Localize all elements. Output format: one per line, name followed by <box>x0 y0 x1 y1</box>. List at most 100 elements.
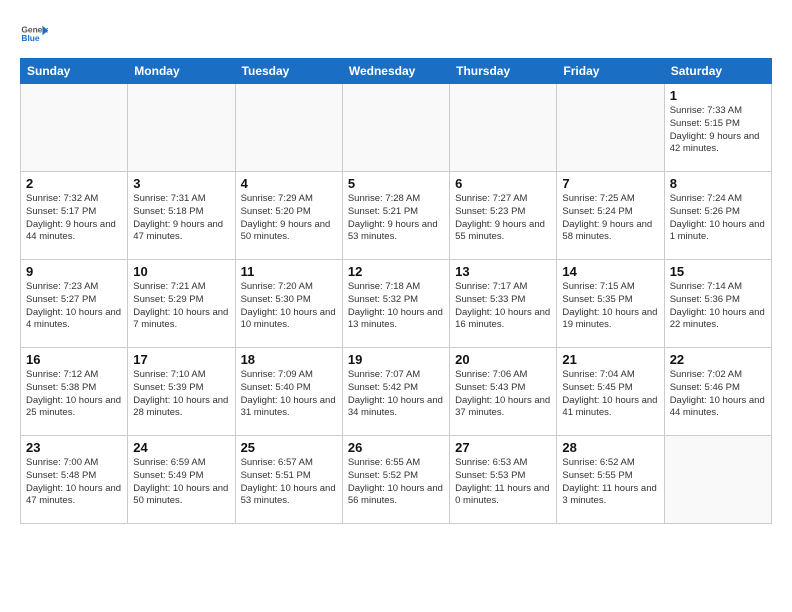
day-number: 14 <box>562 264 658 279</box>
day-info: Sunrise: 7:33 AM Sunset: 5:15 PM Dayligh… <box>670 105 766 156</box>
day-info: Sunrise: 7:18 AM Sunset: 5:32 PM Dayligh… <box>348 281 444 332</box>
dow-header-monday: Monday <box>128 59 235 84</box>
day-info: Sunrise: 7:28 AM Sunset: 5:21 PM Dayligh… <box>348 193 444 244</box>
day-cell: 19 Sunrise: 7:07 AM Sunset: 5:42 PM Dayli… <box>342 348 449 436</box>
calendar-body: 1 Sunrise: 7:33 AM Sunset: 5:15 PM Daylig… <box>21 84 772 524</box>
week-row-1: 1 Sunrise: 7:33 AM Sunset: 5:15 PM Daylig… <box>21 84 772 172</box>
day-cell: 11 Sunrise: 7:20 AM Sunset: 5:30 PM Dayli… <box>235 260 342 348</box>
day-info: Sunrise: 7:15 AM Sunset: 5:35 PM Dayligh… <box>562 281 658 332</box>
logo: General Blue <box>20 20 52 48</box>
day-info: Sunrise: 6:55 AM Sunset: 5:52 PM Dayligh… <box>348 457 444 508</box>
dow-header-wednesday: Wednesday <box>342 59 449 84</box>
day-cell <box>664 436 771 524</box>
day-number: 23 <box>26 440 122 455</box>
day-number: 11 <box>241 264 337 279</box>
day-cell: 20 Sunrise: 7:06 AM Sunset: 5:43 PM Dayli… <box>450 348 557 436</box>
day-number: 5 <box>348 176 444 191</box>
day-cell: 1 Sunrise: 7:33 AM Sunset: 5:15 PM Daylig… <box>664 84 771 172</box>
day-cell: 10 Sunrise: 7:21 AM Sunset: 5:29 PM Dayli… <box>128 260 235 348</box>
day-info: Sunrise: 7:29 AM Sunset: 5:20 PM Dayligh… <box>241 193 337 244</box>
day-cell <box>450 84 557 172</box>
day-number: 20 <box>455 352 551 367</box>
day-number: 22 <box>670 352 766 367</box>
day-info: Sunrise: 7:06 AM Sunset: 5:43 PM Dayligh… <box>455 369 551 420</box>
day-cell: 8 Sunrise: 7:24 AM Sunset: 5:26 PM Daylig… <box>664 172 771 260</box>
day-cell: 25 Sunrise: 6:57 AM Sunset: 5:51 PM Dayli… <box>235 436 342 524</box>
day-cell: 2Sunrise: 7:32 AM Sunset: 5:17 PM Daylig… <box>21 172 128 260</box>
day-info: Sunrise: 7:24 AM Sunset: 5:26 PM Dayligh… <box>670 193 766 244</box>
dow-header-sunday: Sunday <box>21 59 128 84</box>
day-number: 13 <box>455 264 551 279</box>
page-header: General Blue <box>20 20 772 48</box>
day-info: Sunrise: 6:57 AM Sunset: 5:51 PM Dayligh… <box>241 457 337 508</box>
day-cell: 26Sunrise: 6:55 AM Sunset: 5:52 PM Dayli… <box>342 436 449 524</box>
day-number: 12 <box>348 264 444 279</box>
week-row-2: 2Sunrise: 7:32 AM Sunset: 5:17 PM Daylig… <box>21 172 772 260</box>
day-number: 9 <box>26 264 122 279</box>
day-info: Sunrise: 7:02 AM Sunset: 5:46 PM Dayligh… <box>670 369 766 420</box>
day-info: Sunrise: 6:53 AM Sunset: 5:53 PM Dayligh… <box>455 457 551 508</box>
day-number: 19 <box>348 352 444 367</box>
day-number: 7 <box>562 176 658 191</box>
day-cell: 24 Sunrise: 6:59 AM Sunset: 5:49 PM Dayli… <box>128 436 235 524</box>
day-info: Sunrise: 7:27 AM Sunset: 5:23 PM Dayligh… <box>455 193 551 244</box>
day-number: 16 <box>26 352 122 367</box>
day-number: 4 <box>241 176 337 191</box>
day-number: 27 <box>455 440 551 455</box>
day-number: 1 <box>670 88 766 103</box>
day-cell: 23 Sunrise: 7:00 AM Sunset: 5:48 PM Dayli… <box>21 436 128 524</box>
day-info: Sunrise: 7:23 AM Sunset: 5:27 PM Dayligh… <box>26 281 122 332</box>
day-number: 18 <box>241 352 337 367</box>
day-cell <box>128 84 235 172</box>
day-info: Sunrise: 7:20 AM Sunset: 5:30 PM Dayligh… <box>241 281 337 332</box>
day-cell <box>235 84 342 172</box>
day-cell: 28 Sunrise: 6:52 AM Sunset: 5:55 PM Dayli… <box>557 436 664 524</box>
day-info: Sunrise: 7:07 AM Sunset: 5:42 PM Dayligh… <box>348 369 444 420</box>
day-cell: 5 Sunrise: 7:28 AM Sunset: 5:21 PM Daylig… <box>342 172 449 260</box>
day-cell: 14 Sunrise: 7:15 AM Sunset: 5:35 PM Dayli… <box>557 260 664 348</box>
week-row-5: 23 Sunrise: 7:00 AM Sunset: 5:48 PM Dayli… <box>21 436 772 524</box>
day-info: Sunrise: 7:25 AM Sunset: 5:24 PM Dayligh… <box>562 193 658 244</box>
day-of-week-row: SundayMondayTuesdayWednesdayThursdayFrid… <box>21 59 772 84</box>
day-cell: 18 Sunrise: 7:09 AM Sunset: 5:40 PM Dayli… <box>235 348 342 436</box>
day-info: Sunrise: 7:17 AM Sunset: 5:33 PM Dayligh… <box>455 281 551 332</box>
day-number: 28 <box>562 440 658 455</box>
logo-icon: General Blue <box>20 20 48 48</box>
day-info: Sunrise: 6:52 AM Sunset: 5:55 PM Dayligh… <box>562 457 658 508</box>
dow-header-tuesday: Tuesday <box>235 59 342 84</box>
day-cell: 22 Sunrise: 7:02 AM Sunset: 5:46 PM Dayli… <box>664 348 771 436</box>
day-cell <box>21 84 128 172</box>
day-cell: 12 Sunrise: 7:18 AM Sunset: 5:32 PM Dayli… <box>342 260 449 348</box>
calendar-table: SundayMondayTuesdayWednesdayThursdayFrid… <box>20 58 772 524</box>
day-info: Sunrise: 7:04 AM Sunset: 5:45 PM Dayligh… <box>562 369 658 420</box>
week-row-3: 9 Sunrise: 7:23 AM Sunset: 5:27 PM Daylig… <box>21 260 772 348</box>
day-cell: 4 Sunrise: 7:29 AM Sunset: 5:20 PM Daylig… <box>235 172 342 260</box>
day-info: Sunrise: 7:31 AM Sunset: 5:18 PM Dayligh… <box>133 193 229 244</box>
day-number: 8 <box>670 176 766 191</box>
day-cell: 13 Sunrise: 7:17 AM Sunset: 5:33 PM Dayli… <box>450 260 557 348</box>
day-cell: 21 Sunrise: 7:04 AM Sunset: 5:45 PM Dayli… <box>557 348 664 436</box>
day-number: 24 <box>133 440 229 455</box>
day-info: Sunrise: 7:00 AM Sunset: 5:48 PM Dayligh… <box>26 457 122 508</box>
svg-text:Blue: Blue <box>21 33 39 43</box>
day-number: 3 <box>133 176 229 191</box>
day-cell: 27 Sunrise: 6:53 AM Sunset: 5:53 PM Dayli… <box>450 436 557 524</box>
day-info: Sunrise: 7:10 AM Sunset: 5:39 PM Dayligh… <box>133 369 229 420</box>
day-number: 21 <box>562 352 658 367</box>
day-number: 15 <box>670 264 766 279</box>
day-number: 17 <box>133 352 229 367</box>
day-number: 10 <box>133 264 229 279</box>
day-info: Sunrise: 7:32 AM Sunset: 5:17 PM Dayligh… <box>26 193 122 244</box>
day-info: Sunrise: 7:21 AM Sunset: 5:29 PM Dayligh… <box>133 281 229 332</box>
dow-header-friday: Friday <box>557 59 664 84</box>
dow-header-saturday: Saturday <box>664 59 771 84</box>
day-number: 6 <box>455 176 551 191</box>
dow-header-thursday: Thursday <box>450 59 557 84</box>
week-row-4: 16Sunrise: 7:12 AM Sunset: 5:38 PM Dayli… <box>21 348 772 436</box>
day-info: Sunrise: 6:59 AM Sunset: 5:49 PM Dayligh… <box>133 457 229 508</box>
day-info: Sunrise: 7:09 AM Sunset: 5:40 PM Dayligh… <box>241 369 337 420</box>
day-cell: 9 Sunrise: 7:23 AM Sunset: 5:27 PM Daylig… <box>21 260 128 348</box>
day-number: 25 <box>241 440 337 455</box>
day-cell: 6 Sunrise: 7:27 AM Sunset: 5:23 PM Daylig… <box>450 172 557 260</box>
day-cell <box>342 84 449 172</box>
